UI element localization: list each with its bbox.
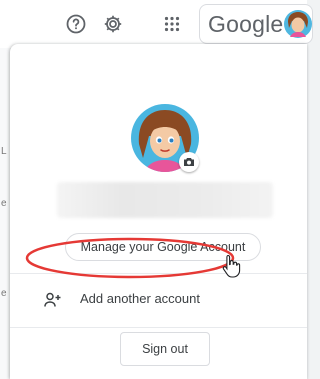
profile-avatar[interactable] — [131, 104, 199, 172]
background-text-fragment: L — [1, 146, 7, 157]
top-bar: Google — [0, 0, 313, 48]
sign-out-button[interactable]: Sign out — [120, 332, 210, 366]
highlight-annotation — [25, 237, 235, 279]
background-text-fragment: e — [1, 198, 7, 209]
add-another-account-item[interactable]: Add another account — [10, 273, 307, 327]
apps-grid-icon[interactable] — [160, 12, 184, 36]
camera-icon[interactable] — [179, 152, 199, 172]
gear-icon[interactable] — [101, 12, 125, 36]
account-name-redacted — [57, 182, 273, 218]
avatar — [284, 10, 312, 38]
account-menu: Manage your Google Account Add another a… — [10, 44, 307, 379]
add-account-label: Add another account — [80, 291, 200, 306]
person-add-icon — [44, 292, 61, 307]
hand-cursor-icon — [222, 254, 241, 278]
help-icon[interactable] — [64, 12, 88, 36]
divider — [10, 327, 307, 328]
google-account-switcher[interactable]: Google — [199, 4, 313, 44]
google-logo-text: Google — [208, 11, 284, 37]
background-page-edge: L e e — [0, 48, 10, 379]
background-text-fragment: e — [1, 288, 7, 299]
